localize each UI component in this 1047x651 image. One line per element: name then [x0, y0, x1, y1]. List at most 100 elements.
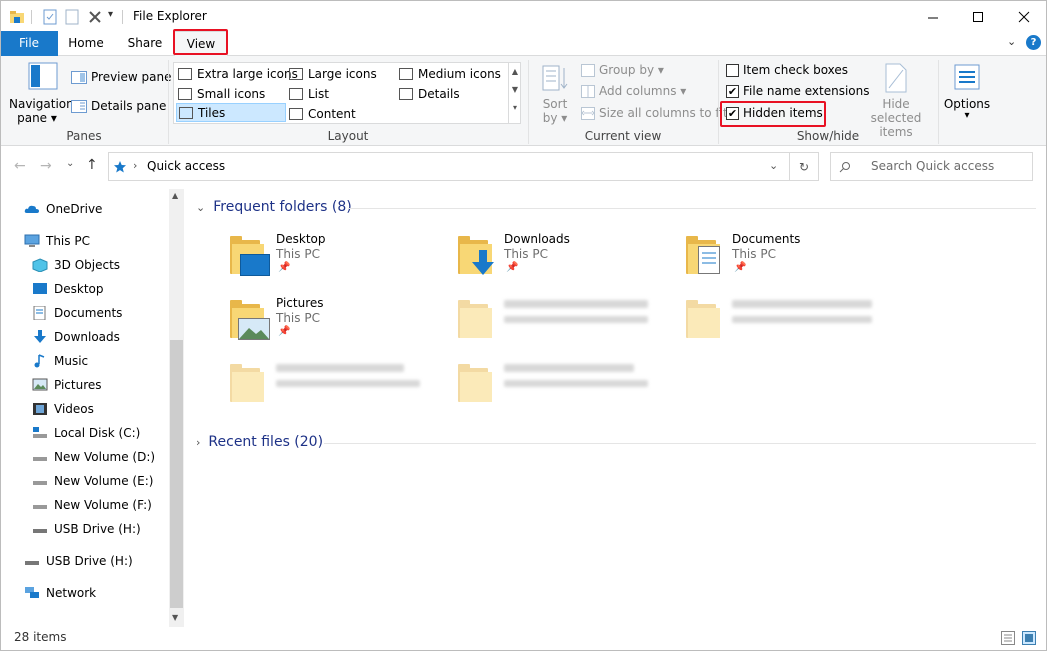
- preview-pane-button[interactable]: Preview pane: [71, 70, 171, 84]
- nav-item-network[interactable]: Network: [24, 582, 96, 604]
- title-bar: ▾ File Explorer: [0, 0, 1047, 31]
- hide-selected-items-button[interactable]: Hide selected items: [858, 62, 934, 139]
- options-label: Options: [943, 97, 991, 111]
- obscured-name: [504, 300, 648, 308]
- layout-content[interactable]: Content: [289, 104, 356, 123]
- drive-icon: [33, 457, 47, 461]
- breadcrumb-quick-access[interactable]: Quick access: [147, 159, 225, 173]
- folder-tile-obscured[interactable]: [230, 360, 440, 414]
- sort-by-button[interactable]: Sort by ▾: [538, 62, 572, 125]
- folder-tile-downloads[interactable]: Downloads This PC 📌: [458, 232, 668, 286]
- layout-medium-icons[interactable]: Medium icons: [399, 64, 501, 83]
- refresh-icon: ↻: [798, 159, 810, 174]
- new-folder-icon[interactable]: [64, 9, 80, 25]
- size-all-columns-button[interactable]: Size all columns to fit: [581, 106, 728, 120]
- nav-item-3d-objects[interactable]: 3D Objects: [32, 254, 120, 276]
- layout-small-icons[interactable]: Small icons: [178, 84, 265, 103]
- search-box[interactable]: Search Quick access: [830, 152, 1033, 181]
- nav-item-volume-e[interactable]: New Volume (E:): [32, 470, 153, 492]
- nav-item-this-pc[interactable]: This PC: [24, 230, 90, 252]
- folder-tile-obscured[interactable]: [458, 296, 668, 350]
- recent-files-header[interactable]: › Recent files (20): [196, 434, 323, 450]
- navigation-pane-button[interactable]: Navigation pane ▾: [9, 62, 74, 126]
- computer-icon: [24, 234, 40, 247]
- address-bar[interactable]: › Quick access ⌄: [108, 152, 790, 181]
- layout-extra-large-icons[interactable]: Extra large icons: [178, 64, 298, 83]
- details-view-icon[interactable]: [1001, 631, 1015, 645]
- scroll-up-icon[interactable]: ▲: [172, 191, 178, 200]
- folder-name: Downloads: [504, 232, 570, 246]
- help-icon[interactable]: ?: [1026, 35, 1041, 50]
- documents-icon: [33, 306, 46, 320]
- search-placeholder: Search Quick access: [871, 159, 995, 173]
- documents-folder-icon: [686, 236, 720, 274]
- nav-item-local-disk-c[interactable]: Local Disk (C:): [32, 422, 140, 444]
- layout-large-icons[interactable]: Large icons: [289, 64, 377, 83]
- nav-item-usb-drive-h-sub[interactable]: USB Drive (H:): [32, 518, 141, 540]
- minimize-ribbon-icon[interactable]: ⌄: [1007, 35, 1016, 48]
- folder-icon: [686, 300, 720, 338]
- nav-item-videos[interactable]: Videos: [32, 398, 94, 420]
- folder-tile-documents[interactable]: Documents This PC 📌: [686, 232, 896, 286]
- layout-list[interactable]: List: [289, 84, 329, 103]
- view-tab-highlight: [173, 29, 228, 55]
- close-button[interactable]: [1001, 1, 1047, 32]
- back-button[interactable]: ←: [14, 158, 26, 174]
- folder-tile-obscured[interactable]: [458, 360, 668, 414]
- qat-customize-icon[interactable]: ▾: [108, 9, 113, 20]
- nav-item-desktop[interactable]: Desktop: [32, 278, 104, 300]
- folder-tile-desktop[interactable]: Desktop This PC 📌: [230, 232, 440, 286]
- layout-tiles[interactable]: Tiles: [176, 103, 286, 122]
- nav-item-onedrive[interactable]: OneDrive: [24, 198, 102, 220]
- file-name-extensions-checkbox[interactable]: ✔: [726, 84, 739, 98]
- folder-location: This PC: [504, 247, 548, 261]
- tab-file[interactable]: File: [0, 31, 58, 56]
- drive-icon: [33, 505, 47, 509]
- recent-locations-button[interactable]: ⌄: [66, 158, 74, 169]
- refresh-button[interactable]: ↻: [790, 152, 819, 181]
- layout-details[interactable]: Details: [399, 84, 460, 103]
- large-icons-view-icon[interactable]: [1022, 631, 1036, 645]
- nav-item-documents[interactable]: Documents: [32, 302, 122, 324]
- folder-tile-pictures[interactable]: Pictures This PC 📌: [230, 296, 440, 350]
- tiles-icon: [179, 106, 193, 119]
- navigation-pane: OneDrive This PC 3D Objects Desktop Docu…: [0, 189, 184, 627]
- group-by-button[interactable]: Group by ▾: [581, 63, 664, 77]
- properties-icon[interactable]: [42, 9, 58, 25]
- preview-pane-icon: [71, 70, 87, 84]
- forward-button[interactable]: →: [40, 158, 52, 174]
- nav-scrollbar-thumb[interactable]: [170, 340, 183, 608]
- window-title: File Explorer: [133, 9, 207, 23]
- address-dropdown-icon[interactable]: ⌄: [769, 159, 778, 172]
- breadcrumb-chevron-icon[interactable]: ›: [133, 159, 137, 172]
- folder-icon: [230, 364, 264, 402]
- details-pane-button[interactable]: Details pane: [71, 99, 166, 113]
- nav-item-usb-drive-h[interactable]: USB Drive (H:): [24, 550, 133, 572]
- tab-share[interactable]: Share: [116, 31, 174, 56]
- up-button[interactable]: ↑: [86, 157, 98, 173]
- folder-tile-obscured[interactable]: [686, 296, 896, 350]
- scroll-down-icon[interactable]: ▼: [172, 613, 178, 622]
- options-button[interactable]: Options ▾: [942, 62, 992, 121]
- nav-item-volume-f[interactable]: New Volume (F:): [32, 494, 152, 516]
- nav-item-pictures[interactable]: Pictures: [32, 374, 102, 396]
- nav-item-downloads[interactable]: Downloads: [32, 326, 120, 348]
- delete-icon[interactable]: [87, 9, 103, 25]
- list-icon: [289, 87, 303, 100]
- tab-home[interactable]: Home: [58, 31, 114, 56]
- nav-item-volume-d[interactable]: New Volume (D:): [32, 446, 155, 468]
- item-check-boxes-checkbox[interactable]: [726, 63, 739, 77]
- minimize-button[interactable]: [910, 1, 956, 32]
- item-check-boxes-toggle[interactable]: Item check boxes: [726, 63, 848, 77]
- obscured-name: [504, 364, 634, 372]
- desktop-icon: [33, 283, 47, 294]
- nav-item-music[interactable]: Music: [32, 350, 88, 372]
- large-icons-label: Large icons: [308, 66, 377, 81]
- gallery-scroll[interactable]: ▲ ▼ ▾: [508, 63, 521, 123]
- nav-label: Network: [46, 586, 97, 600]
- file-name-extensions-toggle[interactable]: ✔ File name extensions: [726, 84, 870, 98]
- folder-name: Desktop: [276, 232, 326, 246]
- frequent-folders-header[interactable]: ⌄ Frequent folders (8): [196, 199, 352, 215]
- maximize-button[interactable]: [955, 1, 1001, 32]
- add-columns-button[interactable]: Add columns ▾: [581, 84, 686, 98]
